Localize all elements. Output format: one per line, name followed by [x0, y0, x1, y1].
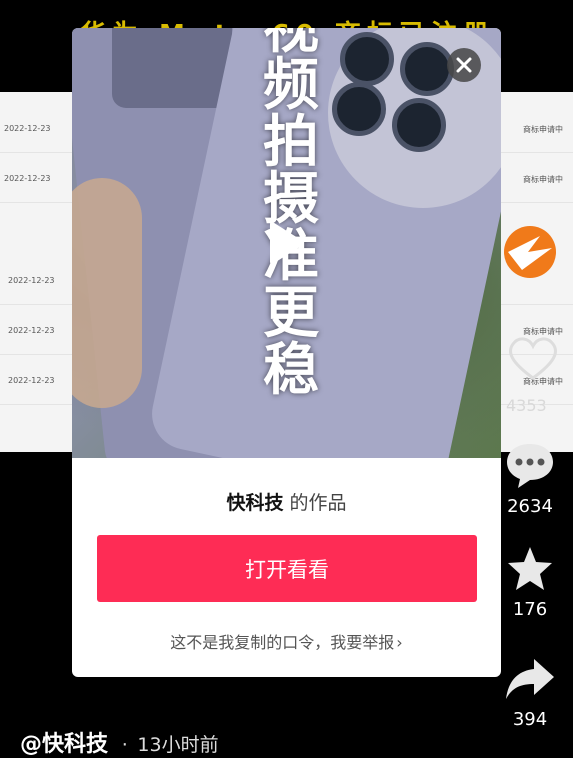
row-date: 2022-12-23: [8, 376, 55, 385]
row-status: 商标申请中: [523, 125, 563, 134]
author-handle[interactable]: @快科技: [20, 732, 108, 757]
credit-author: 快科技: [226, 492, 284, 514]
row-date: 2022-12-23: [8, 326, 55, 335]
camera-lens: [400, 42, 454, 96]
post-time: 13小时前: [137, 734, 219, 756]
author-line: @快科技 · 13小时前: [20, 726, 219, 758]
share-action[interactable]: 394: [500, 657, 560, 730]
open-view-button[interactable]: 打开看看: [97, 535, 477, 602]
row-date: 2022-12-23: [4, 174, 51, 183]
camera-module: [112, 28, 232, 108]
share-count: 394: [512, 709, 548, 730]
credit-suffix: 的作品: [289, 492, 347, 514]
work-credit: 快科技 的作品: [72, 488, 501, 515]
share-dialog: 视 频 拍 摄 准 更 稳 快科技 的作品 打开看看 这不是我复制的口令，我要举报…: [72, 28, 501, 677]
close-button[interactable]: [447, 48, 481, 82]
cover-char: 稳: [263, 338, 319, 403]
share-icon[interactable]: [504, 657, 556, 703]
comment-icon[interactable]: [504, 440, 556, 490]
camera-lens: [332, 82, 386, 136]
row-status: 商标申请中: [523, 175, 563, 184]
cover-char: 拍: [263, 110, 319, 175]
comment-count: 2634: [507, 496, 553, 517]
report-text[interactable]: 这不是我复制的口令，我要举报: [170, 633, 394, 652]
camera-lens: [392, 98, 446, 152]
separator: ·: [121, 734, 128, 756]
row-date: 2022-12-23: [8, 276, 55, 285]
cover-char: 更: [263, 281, 319, 346]
play-icon[interactable]: [266, 220, 306, 266]
brand-logo-icon: [504, 226, 556, 278]
close-icon[interactable]: [447, 48, 481, 82]
star-icon[interactable]: [505, 545, 555, 593]
chevron-right-icon: ›: [396, 633, 403, 652]
favorite-count: 176: [512, 599, 548, 620]
cover-char: 频: [263, 53, 319, 118]
report-link[interactable]: 这不是我复制的口令，我要举报 ›: [72, 629, 501, 653]
camera-lens: [340, 32, 394, 86]
hand-illustration: [72, 178, 142, 408]
video-cover[interactable]: 视 频 拍 摄 准 更 稳: [72, 28, 501, 458]
comment-action[interactable]: 2634: [500, 440, 560, 517]
like-icon[interactable]: [505, 332, 561, 382]
cover-caption: 视 频 拍 摄 准 更 稳: [256, 28, 326, 399]
row-date: 2022-12-23: [4, 124, 51, 133]
like-count: 4353: [506, 396, 547, 415]
favorite-action[interactable]: 176: [500, 545, 560, 620]
